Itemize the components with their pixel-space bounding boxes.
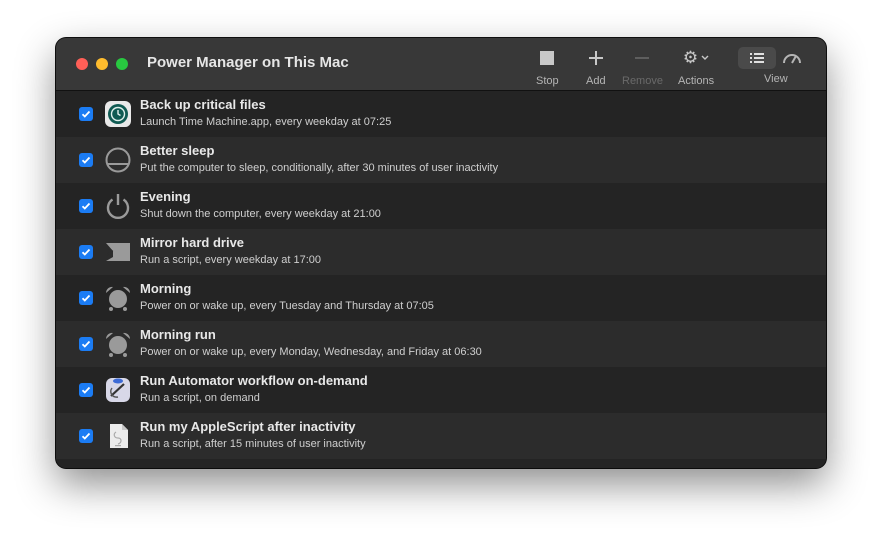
event-description: Run a script, after 15 minutes of user i… bbox=[140, 438, 366, 450]
checkmark-icon bbox=[81, 110, 91, 118]
event-row[interactable]: Mirror hard drive Run a script, every we… bbox=[56, 229, 826, 275]
event-list: Back up critical files Launch Time Machi… bbox=[56, 91, 826, 468]
enabled-checkbox[interactable] bbox=[79, 291, 93, 305]
event-title: Back up critical files bbox=[140, 97, 266, 112]
view-gauge-button[interactable] bbox=[782, 49, 802, 72]
checkmark-icon bbox=[81, 294, 91, 302]
window-title: Power Manager on This Mac bbox=[147, 54, 349, 71]
checkmark-icon bbox=[81, 386, 91, 394]
event-description: Launch Time Machine.app, every weekday a… bbox=[140, 116, 392, 128]
power-icon bbox=[106, 194, 130, 220]
zoom-window-button[interactable] bbox=[116, 58, 128, 70]
event-row[interactable]: Back up critical files Launch Time Machi… bbox=[56, 91, 826, 137]
enabled-checkbox[interactable] bbox=[79, 153, 93, 167]
event-title: Morning bbox=[140, 281, 192, 296]
event-title: Run my AppleScript after inactivity bbox=[140, 419, 356, 434]
enabled-checkbox[interactable] bbox=[79, 199, 93, 213]
checkmark-icon bbox=[81, 156, 91, 164]
add-button[interactable]: Add bbox=[586, 46, 606, 88]
plus-icon bbox=[587, 46, 605, 70]
alarm-clock-icon bbox=[105, 332, 131, 357]
event-title: Evening bbox=[140, 189, 191, 204]
event-title: Run Automator workflow on-demand bbox=[140, 373, 368, 388]
applescript-document-icon bbox=[110, 424, 128, 448]
power-manager-window: Power Manager on This Mac Stop Add Remov… bbox=[56, 38, 826, 468]
event-row[interactable]: Run my AppleScript after inactivity Run … bbox=[56, 413, 826, 459]
checkmark-icon bbox=[81, 432, 91, 440]
enabled-checkbox[interactable] bbox=[79, 429, 93, 443]
checkmark-icon bbox=[81, 202, 91, 210]
event-row[interactable]: Better sleep Put the computer to sleep, … bbox=[56, 137, 826, 183]
enabled-checkbox[interactable] bbox=[79, 337, 93, 351]
actions-menu-button[interactable]: ⚙ Actions bbox=[678, 46, 714, 88]
event-description: Shut down the computer, every weekday at… bbox=[140, 208, 381, 220]
event-title: Mirror hard drive bbox=[140, 235, 245, 250]
minimize-window-button[interactable] bbox=[96, 58, 108, 70]
enabled-checkbox[interactable] bbox=[79, 245, 93, 259]
remove-button[interactable]: Remove bbox=[622, 46, 663, 88]
minus-icon bbox=[633, 46, 651, 70]
add-label: Add bbox=[586, 75, 606, 87]
event-title: Morning run bbox=[140, 327, 216, 342]
view-list-button[interactable] bbox=[738, 47, 776, 69]
gear-icon: ⚙ bbox=[682, 48, 699, 67]
event-row[interactable]: Run Automator workflow on-demand Run a s… bbox=[56, 367, 826, 413]
alarm-clock-icon bbox=[105, 286, 131, 311]
view-label: View bbox=[764, 73, 788, 85]
close-window-button[interactable] bbox=[76, 58, 88, 70]
event-row[interactable]: Evening Shut down the computer, every we… bbox=[56, 183, 826, 229]
script-icon bbox=[106, 243, 130, 261]
remove-label: Remove bbox=[622, 75, 663, 87]
actions-label: Actions bbox=[678, 75, 715, 87]
enabled-checkbox[interactable] bbox=[79, 383, 93, 397]
checkmark-icon bbox=[81, 340, 91, 348]
checkmark-icon bbox=[81, 248, 91, 256]
event-description: Put the computer to sleep, conditionally… bbox=[140, 162, 499, 174]
title-bar: Power Manager on This Mac Stop Add Remov… bbox=[56, 38, 826, 91]
chevron-down-icon bbox=[701, 52, 709, 64]
enabled-checkbox[interactable] bbox=[79, 107, 93, 121]
time-machine-icon bbox=[105, 101, 131, 127]
stop-icon bbox=[539, 46, 555, 70]
event-title: Better sleep bbox=[140, 143, 215, 158]
event-row[interactable]: Morning Power on or wake up, every Tuesd… bbox=[56, 275, 826, 321]
event-description: Power on or wake up, every Tuesday and T… bbox=[140, 300, 434, 312]
event-description: Power on or wake up, every Monday, Wedne… bbox=[140, 346, 482, 358]
event-row[interactable]: Morning run Power on or wake up, every M… bbox=[56, 321, 826, 367]
stop-button[interactable]: Stop bbox=[536, 46, 559, 88]
list-icon bbox=[750, 53, 764, 63]
event-description: Run a script, every weekday at 17:00 bbox=[140, 254, 321, 266]
automator-icon bbox=[106, 378, 130, 402]
gauge-icon bbox=[783, 54, 801, 64]
stop-label: Stop bbox=[536, 75, 559, 87]
event-description: Run a script, on demand bbox=[140, 392, 260, 404]
sleep-icon bbox=[105, 147, 131, 173]
